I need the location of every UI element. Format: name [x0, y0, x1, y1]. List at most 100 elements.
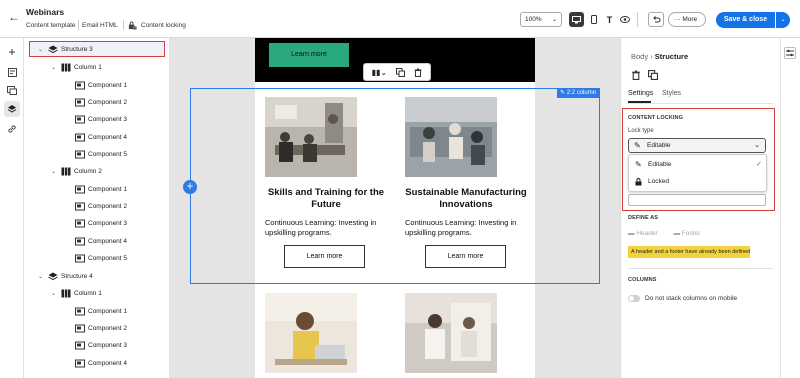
tab-styles[interactable]: Styles	[662, 90, 681, 97]
dropdown-field-underlay	[628, 194, 766, 206]
right-rail	[780, 38, 800, 378]
structure-toolbar: ▮▮⌄	[363, 63, 431, 81]
component-icon	[75, 307, 85, 315]
tree-item-component[interactable]: Component 4	[75, 129, 127, 145]
tree-item-component[interactable]: Component 5	[75, 146, 127, 162]
lock-option-editable[interactable]: ✎ Editable ✓	[629, 157, 768, 173]
chevron-down-icon[interactable]: ⌄	[51, 290, 61, 297]
content-locking-heading: CONTENT LOCKING	[628, 115, 683, 121]
settings-sliders-icon[interactable]	[784, 47, 796, 59]
undo-button[interactable]	[648, 12, 664, 27]
tree-item-component[interactable]: Component 3	[75, 215, 127, 231]
chevron-down-icon[interactable]: ⌄	[51, 64, 61, 71]
component-icon	[75, 81, 85, 89]
pencil-icon: ✎	[635, 160, 642, 169]
header-footer-note: A header and a footer have already been …	[628, 246, 750, 258]
card-3-image[interactable]	[265, 293, 357, 373]
chevron-down-icon[interactable]: ⌄	[38, 46, 48, 53]
component-icon	[75, 324, 85, 332]
tree-item-component[interactable]: Component 2	[75, 94, 127, 110]
tree-label: Structure 4	[61, 272, 93, 280]
tree-item-column-2[interactable]: ⌄ Column 2	[51, 163, 102, 179]
tree-item-structure-4[interactable]: ⌄ Structure 4	[38, 268, 93, 284]
tree-item-component[interactable]: Component 4	[75, 233, 127, 249]
divider	[637, 12, 638, 27]
lock-type-dropdown[interactable]: ✎ Editable ⌄	[628, 138, 766, 153]
tree-item-structure-3[interactable]: ⌄ Structure 3	[38, 41, 93, 57]
duplicate-icon[interactable]	[648, 70, 658, 80]
component-icon	[75, 359, 85, 367]
footer-icon: ▬	[673, 230, 680, 237]
text-view-button[interactable]: T	[602, 12, 617, 27]
zoom-select[interactable]: 100% ⌄	[520, 12, 562, 27]
tree-label: Component 3	[88, 219, 128, 227]
tree-label: Component 1	[88, 185, 128, 193]
content-template-link[interactable]: Content template	[26, 22, 76, 29]
desktop-icon	[572, 15, 581, 23]
lock-option-locked[interactable]: Locked	[629, 174, 768, 190]
component-icon	[75, 254, 85, 262]
option-label: Locked	[648, 178, 669, 185]
tree-item-component[interactable]: Component 1	[75, 303, 127, 319]
tree-item-component[interactable]: Component 2	[75, 198, 127, 214]
lock-type-options: ✎ Editable ✓ Locked	[628, 154, 767, 192]
column-icon	[61, 289, 71, 297]
back-arrow-icon[interactable]: ←	[8, 10, 20, 24]
tree-label: Component 2	[88, 98, 128, 106]
breadcrumb-parent[interactable]: Body	[631, 52, 648, 61]
link-icon[interactable]	[4, 121, 20, 137]
email-html-link[interactable]: Email HTML	[82, 22, 118, 29]
trash-icon[interactable]	[631, 70, 641, 80]
add-icon[interactable]: +	[4, 44, 20, 60]
desktop-view-button[interactable]	[569, 12, 584, 27]
tree-label: Component 4	[88, 237, 128, 245]
tree-item-component[interactable]: Component 1	[75, 77, 127, 93]
duplicate-icon[interactable]	[396, 67, 406, 77]
pencil-icon: ✎	[560, 90, 567, 96]
card-4-image[interactable]	[405, 293, 497, 373]
tree-label: Component 1	[88, 307, 128, 315]
chevron-down-icon: ⌄	[551, 17, 557, 23]
preview-button[interactable]	[617, 12, 632, 27]
assets-icon[interactable]	[4, 82, 20, 98]
tree-label: Component 4	[88, 359, 128, 367]
lock-type-label: Lock type	[628, 128, 654, 134]
header-icon: ▬	[628, 230, 635, 237]
add-component-icon[interactable]: +	[183, 180, 197, 194]
tree-item-column-1[interactable]: ⌄ Column 1	[51, 59, 102, 75]
header-footer-options: ▬ Header ▬ Footer	[628, 230, 701, 237]
tab-settings[interactable]: Settings	[628, 90, 653, 97]
tree-item-component[interactable]: Component 3	[75, 111, 127, 127]
columns-heading: COLUMNS	[628, 277, 657, 283]
tree-item-component[interactable]: Component 3	[75, 337, 127, 353]
structure-icon	[48, 45, 58, 53]
eye-icon	[619, 16, 630, 23]
tree-item-component[interactable]: Component 5	[75, 250, 127, 266]
mobile-icon	[590, 15, 597, 24]
more-button[interactable]: ··· More	[668, 12, 706, 27]
tree-item-component[interactable]: Component 1	[75, 181, 127, 197]
divider	[78, 20, 79, 30]
tree-label: Component 2	[88, 202, 128, 210]
column-icon	[61, 167, 71, 175]
page-title: Webinars	[26, 7, 65, 17]
tree-item-component[interactable]: Component 4	[75, 355, 127, 371]
content-locking-link[interactable]: Content locking	[141, 22, 186, 29]
trash-icon[interactable]	[414, 68, 422, 77]
layers-icon[interactable]	[4, 101, 20, 117]
chevron-down-icon[interactable]: ⌄	[51, 168, 61, 175]
learn-more-button-top[interactable]: Learn more	[269, 43, 349, 67]
columns-icon[interactable]: ▮▮⌄	[372, 68, 388, 77]
component-icon	[75, 341, 85, 349]
save-close-button[interactable]: Save & close	[716, 12, 775, 28]
breadcrumb: Body › Structure	[631, 52, 688, 61]
tree-item-column-1[interactable]: ⌄ Column 1	[51, 285, 102, 301]
fragments-icon[interactable]	[4, 64, 20, 80]
component-icon	[75, 219, 85, 227]
lock-icon	[128, 21, 137, 30]
component-icon	[75, 202, 85, 210]
mobile-view-button[interactable]	[586, 12, 601, 27]
tree-item-component[interactable]: Component 2	[75, 320, 127, 336]
chevron-down-icon[interactable]: ⌄	[38, 273, 48, 280]
selected-structure-outline[interactable]	[190, 88, 600, 284]
